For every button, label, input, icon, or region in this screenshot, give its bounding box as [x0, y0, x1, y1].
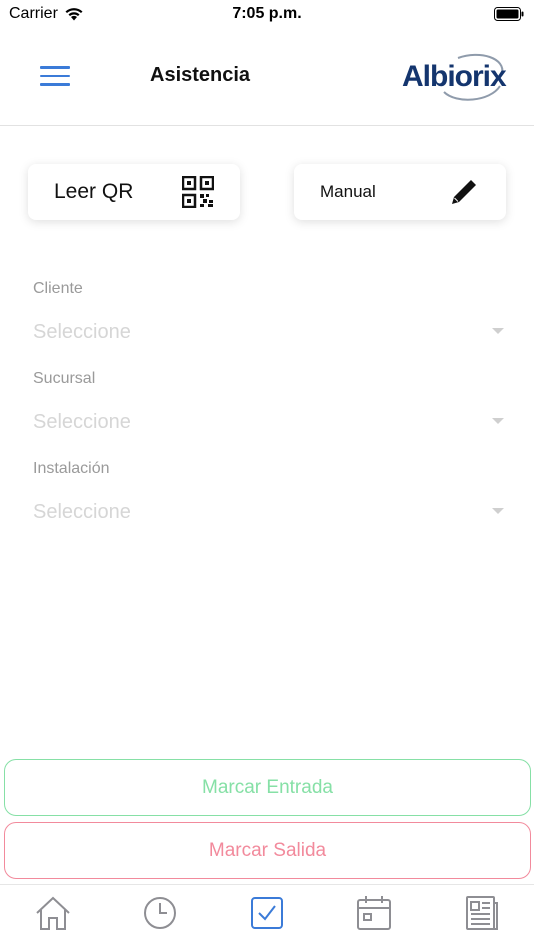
instalacion-label: Instalación	[33, 460, 110, 477]
hamburger-line	[40, 74, 70, 77]
manual-label: Manual	[320, 182, 376, 201]
qr-code-icon	[182, 176, 214, 208]
cliente-label: Cliente	[33, 280, 83, 297]
app-header: Asistencia Albiorix	[0, 30, 534, 126]
tab-history[interactable]	[140, 893, 180, 933]
instalacion-placeholder: Seleccione	[33, 501, 131, 523]
instalacion-select[interactable]: Seleccione	[33, 495, 507, 529]
tab-calendar[interactable]	[354, 893, 394, 933]
status-time: 7:05 p.m.	[232, 5, 302, 22]
chevron-down-icon	[492, 418, 504, 424]
clock-icon	[144, 897, 176, 929]
checkbox-icon	[251, 897, 283, 929]
tab-news[interactable]	[461, 893, 501, 933]
page-title: Asistencia	[150, 64, 251, 86]
check-in-button[interactable]: Marcar Entrada	[4, 759, 531, 816]
cliente-select[interactable]: Seleccione	[33, 315, 507, 349]
read-qr-label: Leer QR	[54, 180, 134, 203]
svg-text:Albiorix: Albiorix	[402, 60, 507, 93]
albiorix-logo: Albiorix	[402, 53, 508, 101]
cliente-placeholder: Seleccione	[33, 321, 131, 343]
sucursal-placeholder: Seleccione	[33, 411, 131, 433]
chevron-down-icon	[492, 328, 504, 334]
calendar-icon	[357, 896, 391, 930]
manual-button[interactable]: Manual	[294, 164, 506, 220]
status-bar: Carrier 7:05 p.m.	[0, 0, 534, 30]
read-qr-button[interactable]: Leer QR	[28, 164, 240, 220]
check-out-button[interactable]: Marcar Salida	[4, 822, 531, 879]
hamburger-icon	[40, 66, 70, 69]
chevron-down-icon	[492, 508, 504, 514]
tab-home[interactable]	[33, 893, 73, 933]
menu-button[interactable]	[40, 66, 74, 90]
battery-icon	[494, 7, 524, 21]
hamburger-line	[40, 83, 70, 86]
tab-attendance[interactable]	[247, 893, 287, 933]
home-icon	[36, 896, 70, 930]
sucursal-label: Sucursal	[33, 370, 96, 387]
tab-bar	[0, 884, 534, 950]
newspaper-icon	[466, 896, 498, 930]
sucursal-select[interactable]: Seleccione	[33, 405, 507, 439]
pencil-icon	[452, 178, 478, 204]
